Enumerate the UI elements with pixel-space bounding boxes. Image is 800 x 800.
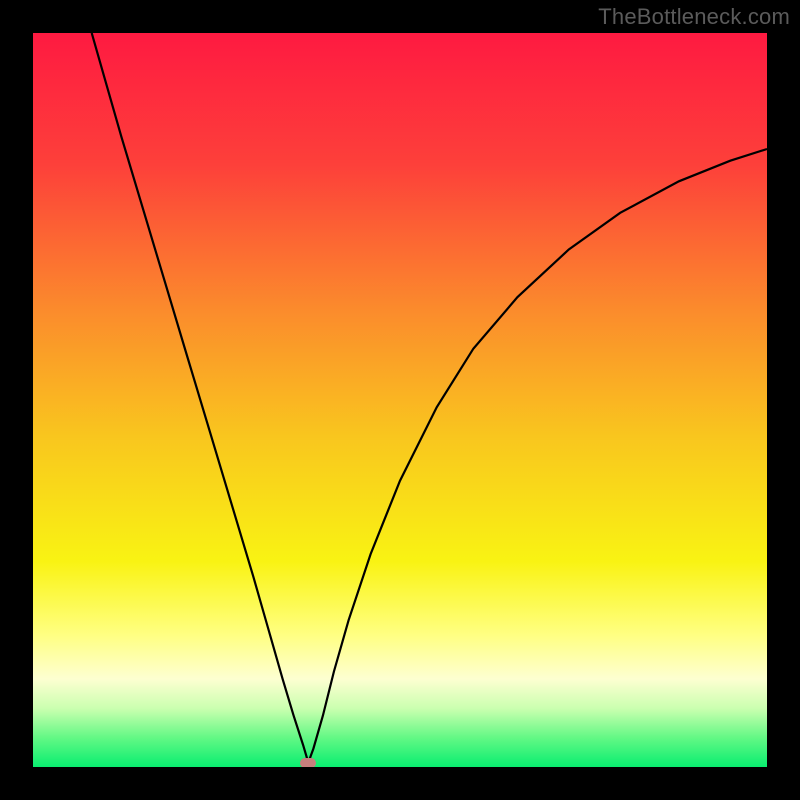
chart-frame: TheBottleneck.com bbox=[0, 0, 800, 800]
curve-svg bbox=[33, 33, 767, 767]
watermark-text: TheBottleneck.com bbox=[598, 4, 790, 30]
bottleneck-curve-path bbox=[92, 33, 767, 763]
minimum-marker bbox=[300, 758, 316, 767]
plot-area bbox=[33, 33, 767, 767]
